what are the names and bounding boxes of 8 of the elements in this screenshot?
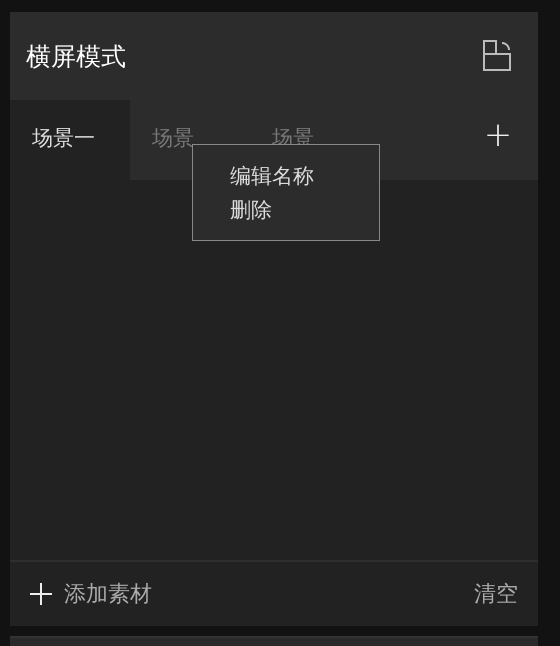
rotate-screen-icon[interactable] bbox=[482, 40, 512, 72]
plus-icon bbox=[30, 583, 52, 605]
add-tab-button[interactable]: + bbox=[458, 100, 538, 180]
menu-item[interactable]: 删除 bbox=[230, 196, 272, 224]
clear-button[interactable]: 清空 bbox=[474, 579, 518, 609]
add-material-button[interactable]: 添加素材 bbox=[30, 579, 152, 609]
panel-title: 横屏模式 bbox=[26, 40, 126, 72]
scene-tab[interactable]: 场景一 bbox=[10, 100, 130, 180]
